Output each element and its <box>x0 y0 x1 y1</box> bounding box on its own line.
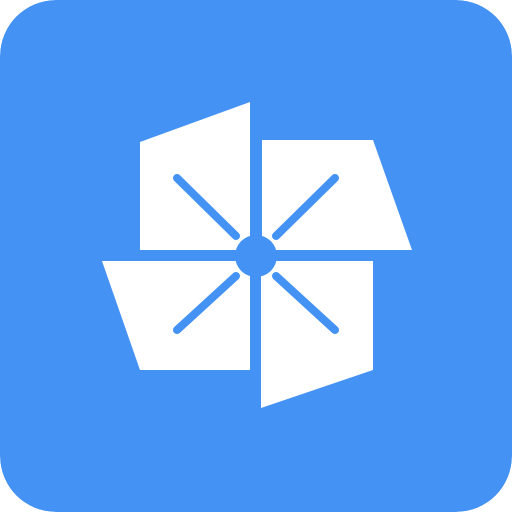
pinwheel-hub <box>235 235 277 277</box>
pinwheel-app-icon[interactable] <box>0 0 512 512</box>
pinwheel-icon <box>0 0 512 512</box>
